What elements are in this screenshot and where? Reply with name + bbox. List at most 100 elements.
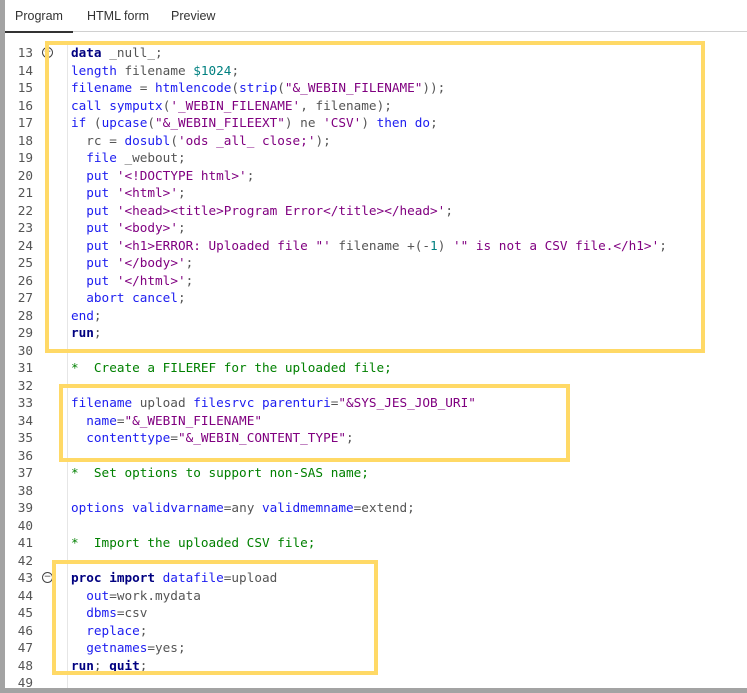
code-text: call symputx('_WEBIN_FILENAME', filename… [71, 97, 392, 115]
code-token: "&_WEBIN_CONTENT_TYPE" [177, 430, 347, 445]
code-token: filesrvc [193, 395, 255, 410]
code-token: then do [376, 115, 431, 130]
code-token: = [170, 430, 178, 445]
code-editor[interactable]: 13− data _null_; 14 length filename $1024; 1… [5, 44, 747, 690]
fold-toggle-icon[interactable]: − [42, 572, 53, 583]
code-line[interactable]: 40 [5, 517, 745, 535]
code-line[interactable]: 13− data _null_; [5, 44, 745, 62]
code-line[interactable]: 29 run; [5, 324, 745, 342]
code-line[interactable]: 31 * Create a FILEREF for the uploaded fi… [5, 359, 745, 377]
code-line[interactable]: 26 put '</html>'; [5, 272, 745, 290]
code-text: end; [71, 307, 102, 325]
code-line[interactable]: 44 out=work.mydata [5, 587, 745, 605]
code-token: datafile [162, 570, 224, 585]
code-line[interactable]: 14 length filename $1024; [5, 62, 745, 80]
line-number: 35 [17, 430, 33, 445]
code-token: put [86, 255, 110, 270]
code-line[interactable]: 35 contenttype="&_WEBIN_CONTENT_TYPE"; [5, 429, 745, 447]
code-token: 'ods _all_ close;' [177, 132, 316, 148]
line-number: 36 [17, 447, 33, 463]
code-line[interactable]: 16 call symputx('_WEBIN_FILENAME', filena… [5, 97, 745, 115]
line-number: 17 [17, 115, 33, 130]
code-token: quit [109, 657, 140, 673]
code-token: '<html>' [116, 185, 178, 200]
code-line[interactable]: 20 put '<!DOCTYPE html>'; [5, 167, 745, 185]
code-line[interactable]: 27 abort cancel; [5, 289, 745, 307]
code-token: filename [116, 62, 194, 78]
code-token: ; [177, 290, 186, 305]
tab-html-form[interactable]: HTML form [87, 9, 149, 23]
line-number: 39 [17, 500, 33, 515]
code-text: rc = dosubl('ods _all_ close;'); [71, 132, 331, 150]
code-text: put '<body>'; [71, 219, 185, 237]
line-number: 40 [17, 517, 33, 533]
code-token: filename +(- [330, 237, 431, 253]
code-token: =csv [116, 605, 148, 620]
code-text: put '<head><title>Program Error</title><… [71, 202, 453, 220]
code-token: ); [315, 132, 331, 148]
code-line[interactable]: 42 [5, 552, 745, 570]
code-line[interactable]: 24 put '<h1>ERROR: Uploaded file "' file… [5, 237, 745, 255]
code-line[interactable]: 25 put '</body>'; [5, 254, 745, 272]
code-line[interactable]: 46 replace; [5, 622, 745, 640]
code-line[interactable]: 21 put '<html>'; [5, 184, 745, 202]
code-line[interactable]: 38 [5, 482, 745, 500]
code-token: * Set options to support non-SAS name; [71, 465, 369, 480]
code-token: "&_WEBIN_FILEEXT" [155, 115, 285, 130]
code-line[interactable]: 45 dbms=csv [5, 604, 745, 622]
line-number: 32 [17, 377, 33, 393]
code-line[interactable]: 32 [5, 377, 745, 395]
code-token: name [86, 412, 117, 428]
code-token: '<h1>ERROR: Uploaded file "' [116, 237, 331, 253]
code-line[interactable]: 33 filename upload filesrvc parenturi="&S… [5, 394, 745, 412]
code-line[interactable]: 15 filename = htmlencode(strip("&_WEBIN_F… [5, 79, 745, 97]
code-text: run; [71, 324, 102, 342]
code-line[interactable]: 36 [5, 447, 745, 465]
code-line[interactable]: 47 getnames=yes; [5, 639, 745, 657]
program-editor-window: Program HTML form Preview 13− data _null_… [5, 0, 747, 690]
code-line[interactable]: 34 name="&_WEBIN_FILENAME" [5, 412, 745, 430]
tab-preview[interactable]: Preview [171, 9, 215, 23]
line-number: 43 [17, 570, 33, 585]
code-line[interactable]: 39 options validvarname=any validmemname=… [5, 499, 745, 517]
code-line[interactable]: 22 put '<head><title>Program Error</titl… [5, 202, 745, 220]
code-text: filename = htmlencode(strip("&_WEBIN_FIL… [71, 79, 445, 97]
code-token: put [86, 167, 110, 183]
line-number: 28 [17, 307, 33, 323]
code-token: = [132, 80, 156, 95]
code-line[interactable]: 37 * Set options to support non-SAS name; [5, 464, 745, 482]
code-text: filename upload filesrvc parenturi="&SYS… [71, 394, 476, 412]
code-token: ; [139, 622, 148, 638]
tab-program[interactable]: Program [5, 9, 73, 33]
line-number: 44 [17, 587, 33, 603]
code-line[interactable]: 28 end; [5, 307, 745, 325]
code-token: put [86, 220, 110, 235]
code-line[interactable]: 49 [5, 674, 745, 692]
code-token: symputx [109, 97, 163, 113]
code-line[interactable]: 48 run; quit; [5, 657, 745, 675]
code-token: "&_WEBIN_FILENAME" [124, 412, 262, 428]
code-line[interactable]: 41 * Import the uploaded CSV file; [5, 534, 745, 552]
fold-toggle-icon[interactable]: − [42, 47, 53, 58]
code-line[interactable]: 30 [5, 342, 745, 360]
code-token: options [71, 500, 125, 515]
code-line[interactable]: 43− proc import datafile=upload [5, 569, 745, 587]
code-text: abort cancel; [71, 289, 186, 307]
code-text: * Import the uploaded CSV file; [71, 534, 315, 552]
code-line[interactable]: 18 rc = dosubl('ods _all_ close;'); [5, 132, 745, 150]
code-line[interactable]: 19 file _webout; [5, 149, 745, 167]
code-token: ( [277, 80, 285, 95]
code-token: =yes; [147, 640, 186, 655]
code-line[interactable]: 17 if (upcase("&_WEBIN_FILEEXT") ne 'CSV'… [5, 114, 745, 132]
code-token: '" is not a CSV file.</h1>' [452, 237, 660, 253]
code-line[interactable]: 23 put '<body>'; [5, 219, 745, 237]
